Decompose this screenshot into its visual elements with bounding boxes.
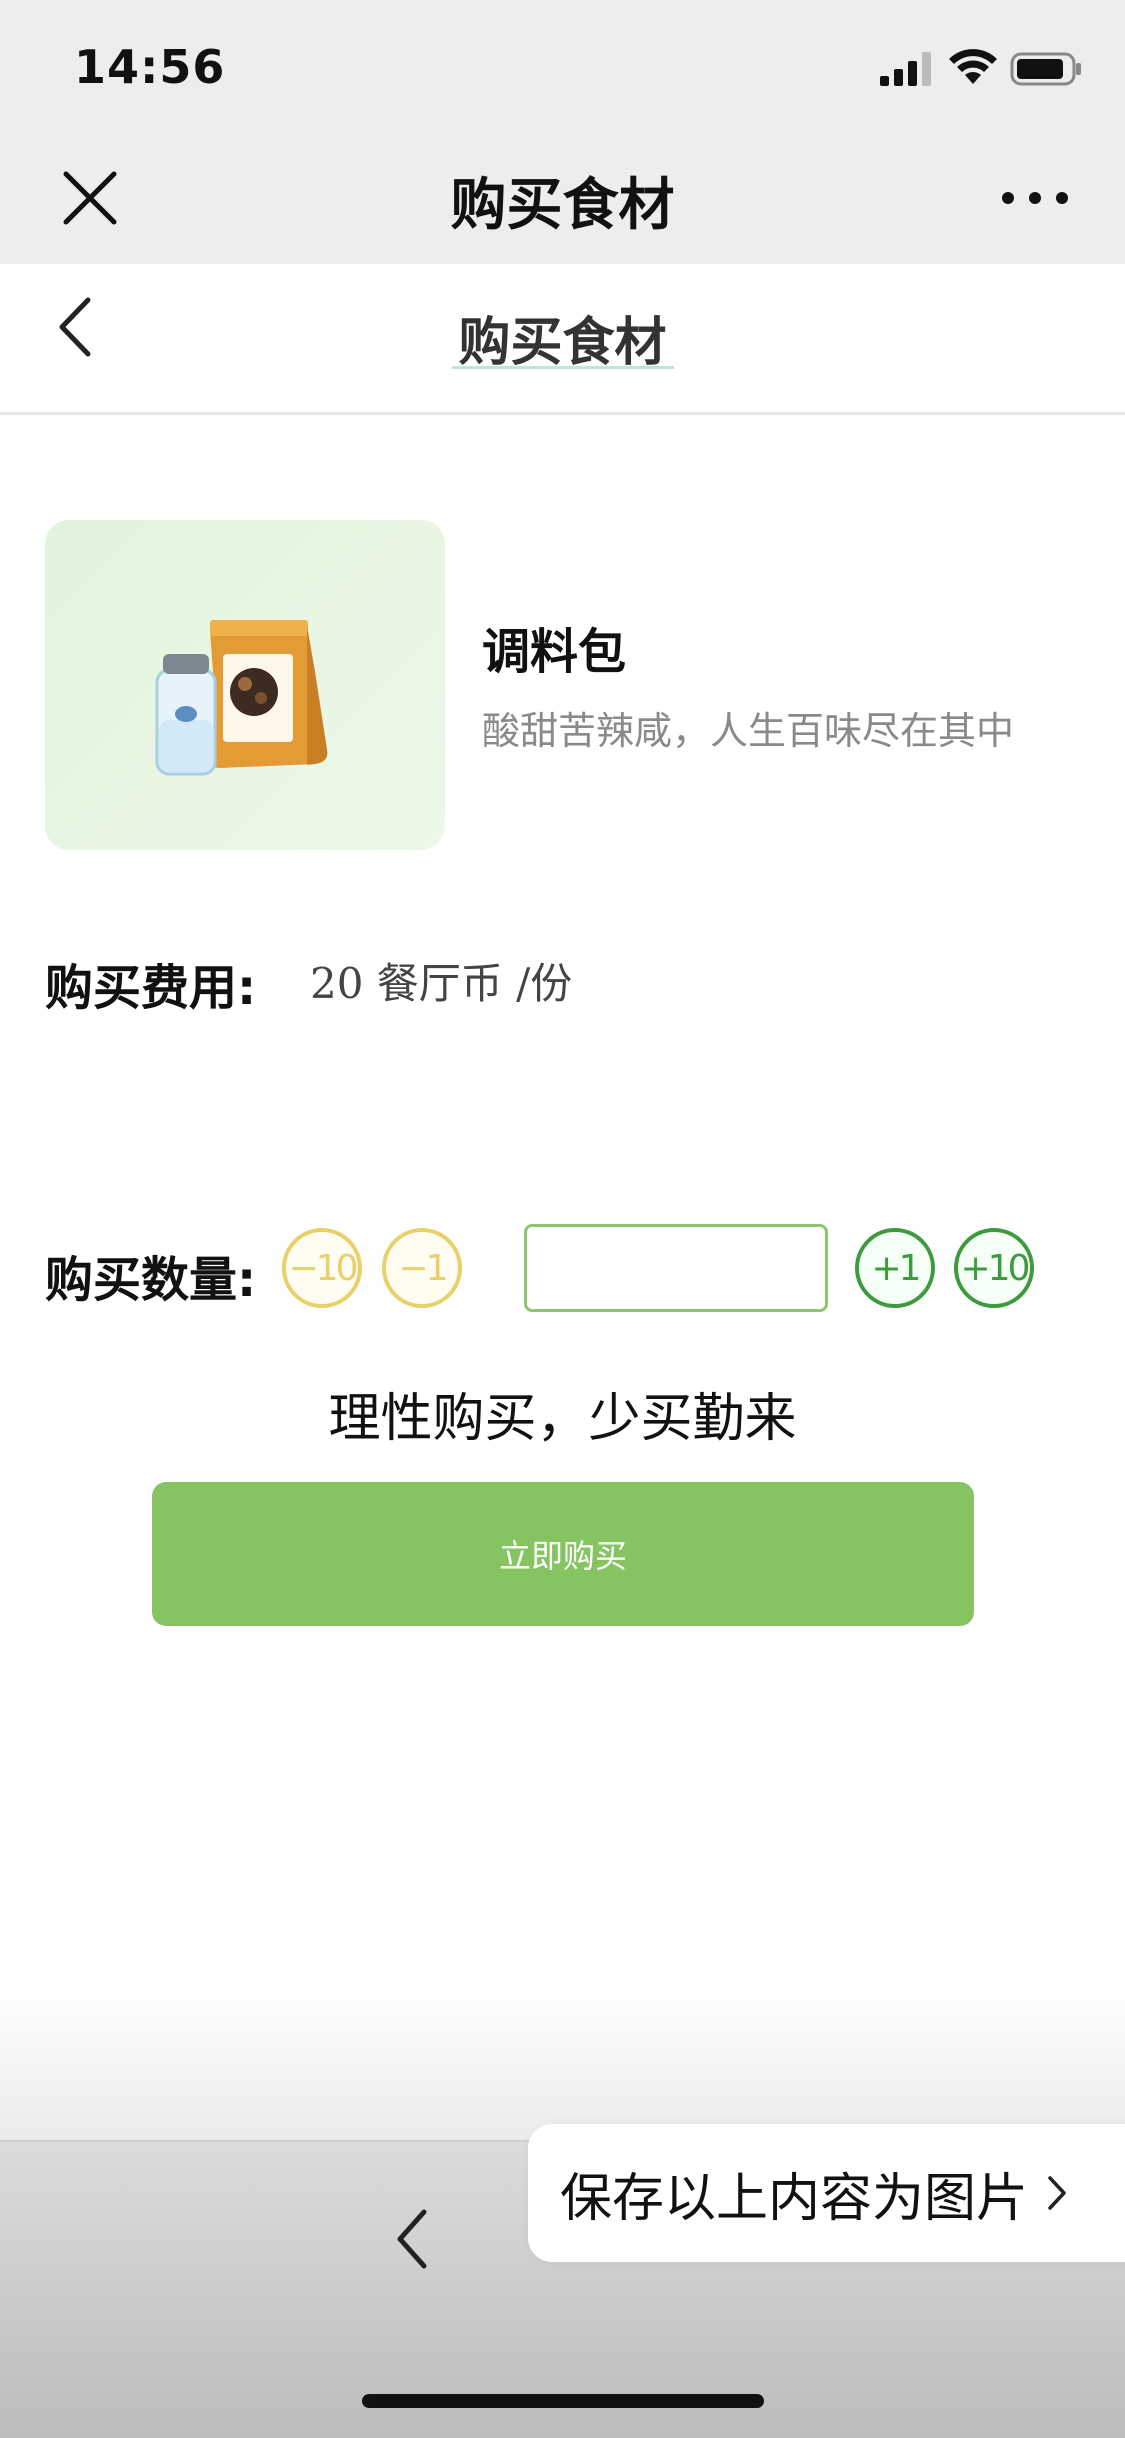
cellular-signal-icon <box>880 52 931 86</box>
plus-10-button[interactable]: +10 <box>954 1228 1034 1308</box>
wechat-nav-title: 购买食材 <box>450 173 675 238</box>
slogan-text: 理性购买，少买勤来 <box>328 1389 797 1449</box>
page-title: 购买食材 <box>458 313 667 373</box>
save-as-image-label: 保存以上内容为图片 <box>560 2168 1029 2229</box>
product-description: 酸甜苦辣咸，人生百味尽在其中 <box>482 709 1015 753</box>
quantity-label: 购买数量: <box>45 1252 257 1308</box>
title-underline <box>452 366 674 369</box>
toolbar-back-icon[interactable] <box>392 2206 432 2272</box>
plus-1-button[interactable]: +1 <box>855 1228 935 1308</box>
home-indicator <box>362 2394 764 2408</box>
save-as-image-button[interactable]: 保存以上内容为图片 <box>528 2124 1125 2262</box>
product-image <box>45 520 445 850</box>
battery-icon <box>1010 52 1081 86</box>
fee-label: 购买费用: <box>45 960 257 1016</box>
seasoning-package-icon <box>155 620 328 776</box>
status-time: 14:56 <box>74 40 226 94</box>
buy-now-button[interactable]: 立即购买 <box>152 1482 974 1626</box>
more-options-icon[interactable] <box>1000 188 1070 208</box>
bottom-fade <box>0 1980 1125 2140</box>
product-name: 调料包 <box>482 624 627 680</box>
minus-1-button[interactable]: −1 <box>382 1228 462 1308</box>
wifi-icon <box>949 49 997 84</box>
quantity-input[interactable] <box>524 1224 828 1312</box>
fee-value: 20 餐厅币 /份 <box>310 959 573 1008</box>
minus-10-button[interactable]: −10 <box>282 1228 362 1308</box>
chevron-right-icon <box>1048 2176 1066 2210</box>
